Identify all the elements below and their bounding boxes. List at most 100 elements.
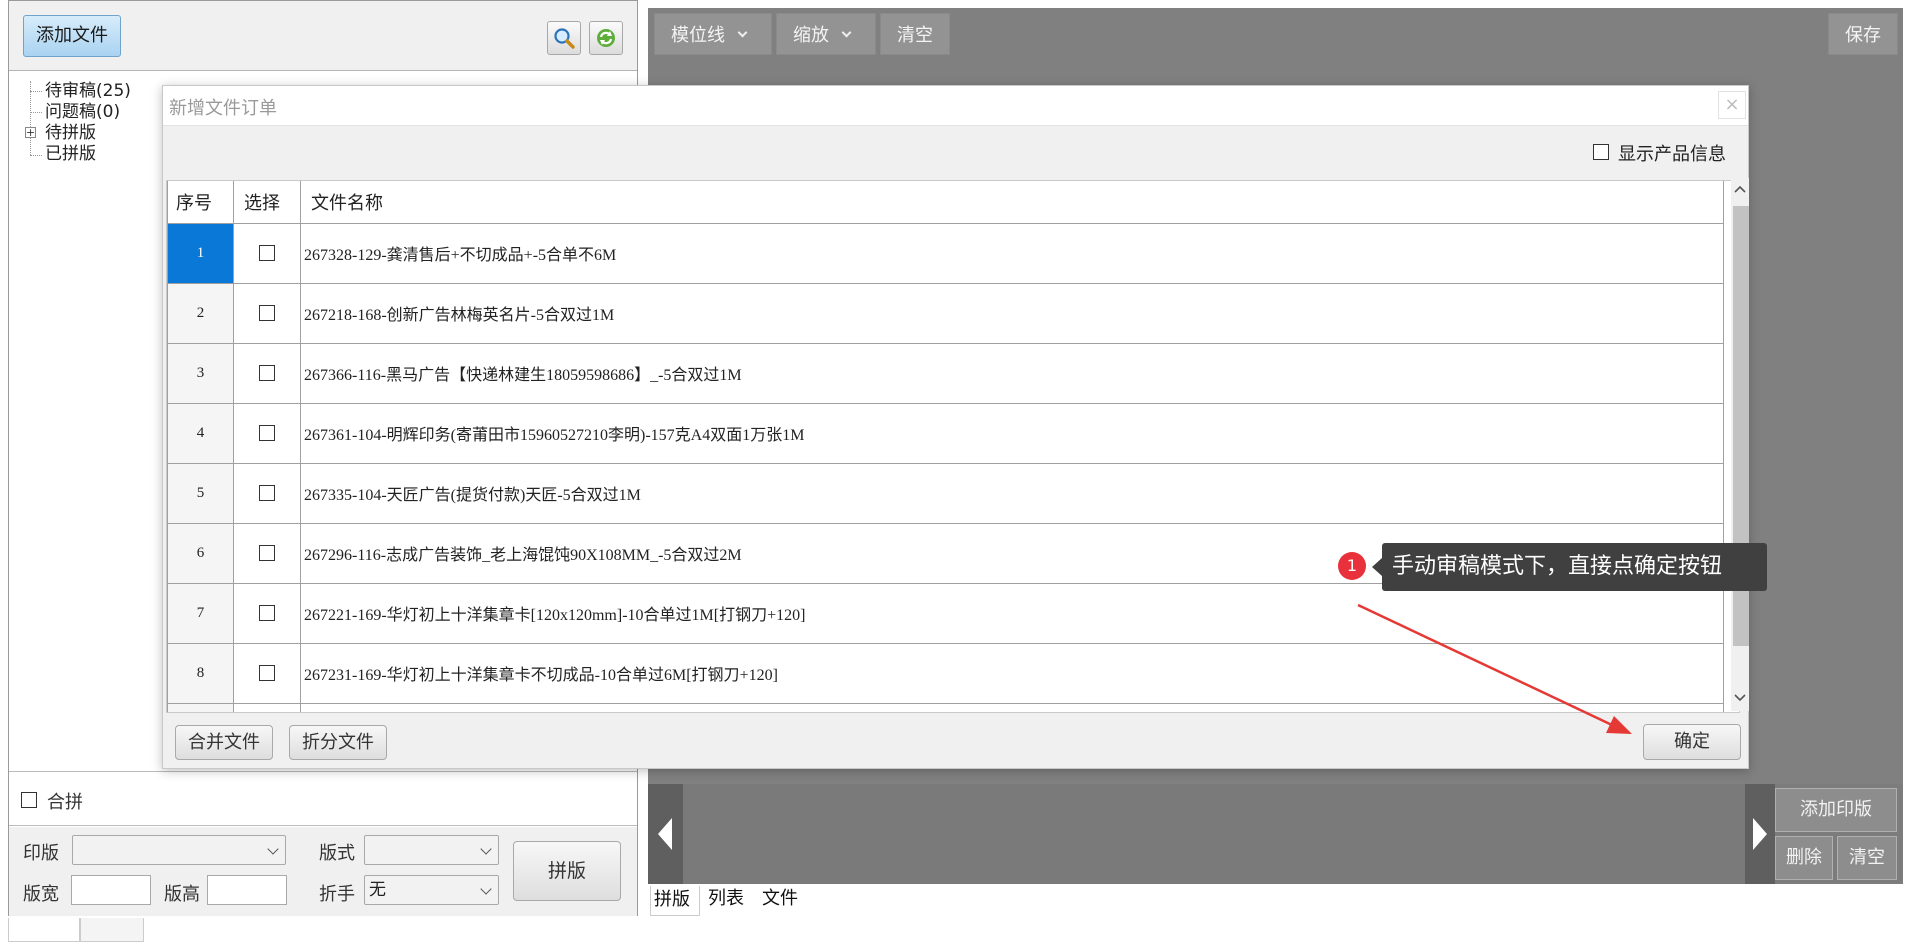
row-select-cell[interactable] — [233, 222, 301, 284]
width-label: 版宽 — [23, 884, 59, 905]
table-row[interactable]: 7 267221-169-华灯初上十洋集章卡[120x120mm]-10合单过1… — [167, 582, 1724, 644]
workspace-tab-bar: 拼版 列表 文件 — [648, 884, 1903, 916]
file-table-grid: 序号 选择 文件名称 1 267328-129-龚清售后+不切成品+-5合单不6… — [167, 181, 1724, 712]
row-checkbox[interactable] — [259, 545, 275, 562]
row-checkbox[interactable] — [259, 365, 275, 382]
plate-select[interactable] — [72, 835, 286, 865]
search-button[interactable] — [547, 21, 581, 55]
step-number-badge: 1 — [1338, 552, 1366, 580]
show-product-info-checkbox[interactable] — [1593, 144, 1609, 160]
tree-item-pending-impose[interactable]: 待拼版 — [45, 123, 96, 144]
show-product-info-label: 显示产品信息 — [1618, 144, 1726, 165]
chevron-down-icon — [480, 843, 492, 855]
row-select-cell[interactable] — [233, 582, 301, 644]
table-row[interactable]: 5 267335-104-天匠广告(提货付款)天匠-5合双过1M — [167, 462, 1724, 524]
tree-item-pending-review[interactable]: 待审稿(25) — [45, 81, 131, 102]
delete-plate-button[interactable]: 删除 — [1775, 836, 1833, 880]
tab-list[interactable]: 列表 — [704, 886, 752, 914]
layout-select[interactable] — [364, 835, 499, 865]
row-select-cell[interactable] — [233, 522, 301, 584]
merge-checkbox-label: 合拼 — [47, 792, 83, 813]
tab-file[interactable]: 文件 — [756, 886, 804, 914]
tab-impose[interactable]: 拼版 — [650, 886, 700, 916]
chevron-down-icon — [737, 27, 748, 37]
imposition-form: 印版 版式 版宽 版高 折手 无 拼版 — [9, 827, 637, 916]
table-row[interactable]: 2 267218-168-创新广告林梅英名片-5合双过1M — [167, 282, 1724, 344]
row-filename[interactable]: 267218-168-创新广告林梅英名片-5合双过1M — [300, 282, 1724, 344]
row-filename[interactable]: 267221-169-华灯初上十洋集章卡[120x120mm]-10合单过1M[… — [300, 582, 1724, 644]
refresh-button[interactable] — [589, 21, 623, 55]
table-scrollbar[interactable] — [1731, 178, 1749, 711]
close-icon: × — [1724, 94, 1740, 115]
fold-select-value: 无 — [369, 880, 386, 900]
left-bottom-tab[interactable] — [80, 918, 144, 942]
row-seq[interactable]: 6 — [167, 522, 234, 584]
chevron-down-icon — [841, 27, 852, 37]
tree-item-imposed[interactable]: 已拼版 — [45, 144, 96, 165]
thumbnail-area[interactable] — [683, 784, 1745, 884]
row-filename[interactable]: 267361-104-明辉印务(寄莆田市15960527210李明)-157克A… — [300, 402, 1724, 464]
row-filename[interactable]: 267335-104-天匠广告(提货付款)天匠-5合双过1M — [300, 462, 1724, 524]
row-seq[interactable]: 7 — [167, 582, 234, 644]
column-header-filename[interactable]: 文件名称 — [300, 181, 1724, 224]
merge-files-button[interactable]: 合并文件 — [175, 725, 273, 760]
triangle-right-icon — [1753, 818, 1767, 850]
row-checkbox[interactable] — [259, 425, 275, 442]
row-filename[interactable]: 267366-116-黑马广告【快递林建生18059598686】_-5合双过1… — [300, 342, 1724, 404]
row-seq[interactable]: 1 — [167, 222, 234, 284]
row-checkbox[interactable] — [259, 665, 275, 682]
instruction-tooltip: 手动审稿模式下，直接点确定按钮 — [1382, 543, 1767, 591]
row-checkbox[interactable] — [259, 485, 275, 502]
chevron-down-icon — [267, 843, 279, 855]
clear-canvas-button[interactable]: 清空 — [880, 13, 950, 55]
merge-checkbox[interactable] — [21, 792, 37, 808]
row-select-cell[interactable] — [233, 402, 301, 464]
tree-item-problem[interactable]: 问题稿(0) — [45, 102, 120, 123]
triangle-left-icon — [658, 818, 672, 850]
height-label: 版高 — [164, 884, 200, 905]
chevron-up-icon[interactable] — [1734, 184, 1746, 194]
status-tree: 待审稿(25) 问题稿(0) + 待拼版 已拼版 — [25, 81, 145, 171]
row-seq[interactable]: 5 — [167, 462, 234, 524]
zoom-dropdown[interactable]: 缩放 — [776, 13, 876, 55]
row-checkbox[interactable] — [259, 305, 275, 322]
chevron-down-icon[interactable] — [1734, 693, 1746, 703]
fold-select[interactable]: 无 — [364, 875, 499, 905]
row-select-cell[interactable] — [233, 282, 301, 344]
tree-guide — [30, 155, 42, 156]
table-row[interactable]: 8 267231-169-华灯初上十洋集章卡不切成品-10合单过6M[打钢刀+1… — [167, 642, 1724, 704]
table-row[interactable]: 3 267366-116-黑马广告【快递林建生18059598686】_-5合双… — [167, 342, 1724, 404]
row-seq[interactable]: 2 — [167, 282, 234, 344]
scroll-right-button[interactable] — [1745, 784, 1775, 884]
confirm-button[interactable]: 确定 — [1643, 724, 1741, 760]
impose-button[interactable]: 拼版 — [513, 841, 621, 901]
row-checkbox[interactable] — [259, 605, 275, 622]
row-checkbox[interactable] — [259, 245, 275, 262]
scroll-left-button[interactable] — [648, 784, 683, 884]
row-select-cell[interactable] — [233, 462, 301, 524]
split-files-button[interactable]: 折分文件 — [289, 725, 387, 760]
row-filename[interactable]: 267328-129-龚清售后+不切成品+-5合单不6M — [300, 222, 1724, 284]
left-bottom-tab[interactable] — [8, 918, 80, 942]
column-header-seq[interactable]: 序号 — [167, 181, 234, 224]
column-header-select[interactable]: 选择 — [233, 181, 301, 224]
width-input[interactable] — [71, 875, 151, 905]
add-plate-button[interactable]: 添加印版 — [1775, 788, 1897, 832]
dialog-close-button[interactable]: × — [1718, 91, 1746, 119]
row-seq[interactable]: 8 — [167, 642, 234, 704]
table-row[interactable] — [167, 702, 1724, 712]
file-table: 序号 选择 文件名称 1 267328-129-龚清售后+不切成品+-5合单不6… — [166, 180, 1740, 713]
table-row[interactable]: 4 267361-104-明辉印务(寄莆田市15960527210李明)-157… — [167, 402, 1724, 464]
row-seq[interactable]: 4 — [167, 402, 234, 464]
clear-plates-button[interactable]: 清空 — [1837, 836, 1897, 880]
table-row[interactable]: 1 267328-129-龚清售后+不切成品+-5合单不6M — [167, 222, 1724, 284]
row-seq[interactable]: 3 — [167, 342, 234, 404]
add-file-button[interactable]: 添加文件 — [23, 15, 121, 57]
save-button[interactable]: 保存 — [1828, 13, 1898, 55]
row-filename[interactable]: 267231-169-华灯初上十洋集章卡不切成品-10合单过6M[打钢刀+120… — [300, 642, 1724, 704]
row-select-cell[interactable] — [233, 642, 301, 704]
row-select-cell[interactable] — [233, 342, 301, 404]
guide-lines-dropdown[interactable]: 模位线 — [654, 13, 772, 55]
expand-icon[interactable]: + — [25, 127, 36, 138]
height-input[interactable] — [207, 875, 287, 905]
